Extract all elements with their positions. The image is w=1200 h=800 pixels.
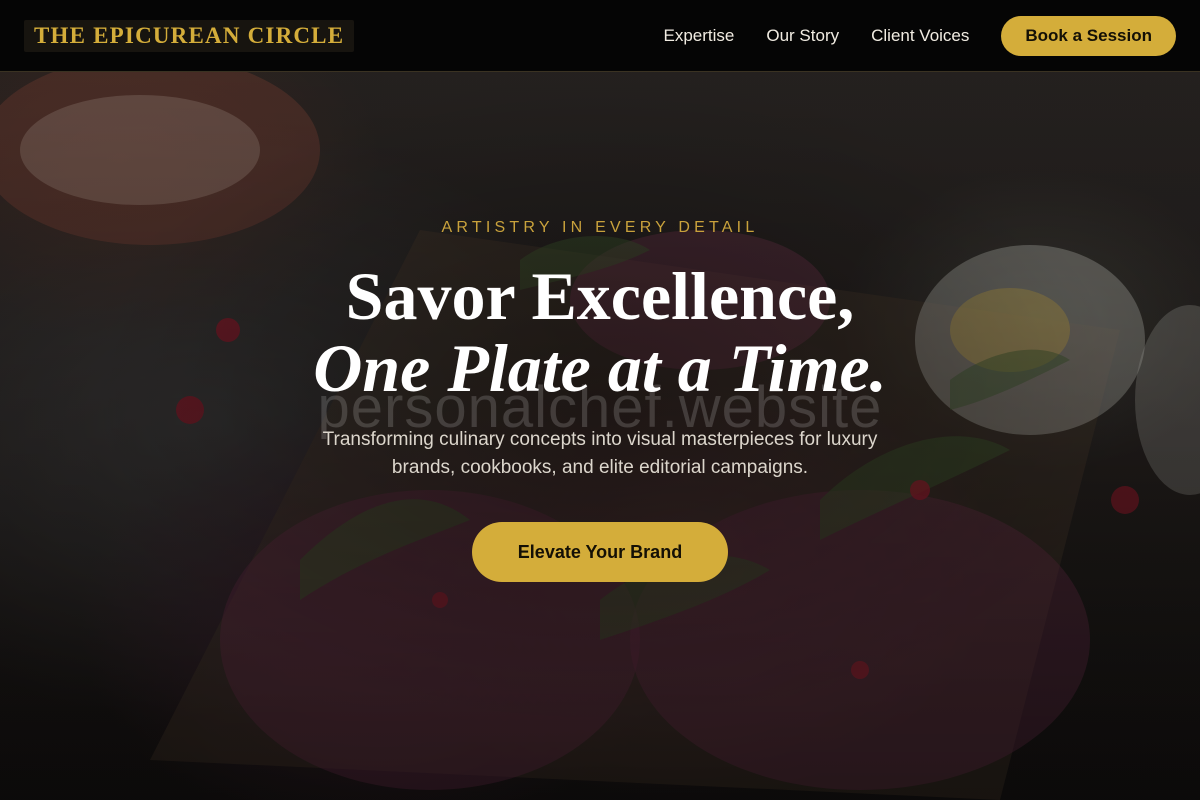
hero-headline-line2: One Plate at a Time. [313, 330, 887, 406]
nav-link-expertise[interactable]: Expertise [663, 26, 734, 46]
main-nav: Expertise Our Story Client Voices Book a… [663, 16, 1176, 56]
hero-subtitle-line1: Transforming culinary concepts into visu… [322, 429, 878, 450]
elevate-brand-button[interactable]: Elevate Your Brand [472, 522, 728, 582]
hero-subtitle-line2: brands, cookbooks, and elite editorial c… [391, 457, 809, 478]
hero-section: ARTISTRY IN EVERY DETAIL personalchef.we… [0, 0, 1200, 800]
nav-link-client-voices[interactable]: Client Voices [871, 26, 969, 46]
nav-link-our-story[interactable]: Our Story [766, 26, 839, 46]
brand-logo[interactable]: THE EPICUREAN CIRCLE [24, 20, 355, 52]
landing-page: THE EPICUREAN CIRCLE Expertise Our Story… [0, 0, 1200, 800]
site-header: THE EPICUREAN CIRCLE Expertise Our Story… [0, 0, 1200, 72]
hero-subtitle: Transforming culinary concepts into visu… [260, 426, 940, 482]
book-session-button[interactable]: Book a Session [1001, 16, 1176, 56]
hero-eyebrow: ARTISTRY IN EVERY DETAIL [441, 219, 759, 236]
hero-headline-line1: Savor Excellence, [345, 258, 855, 334]
